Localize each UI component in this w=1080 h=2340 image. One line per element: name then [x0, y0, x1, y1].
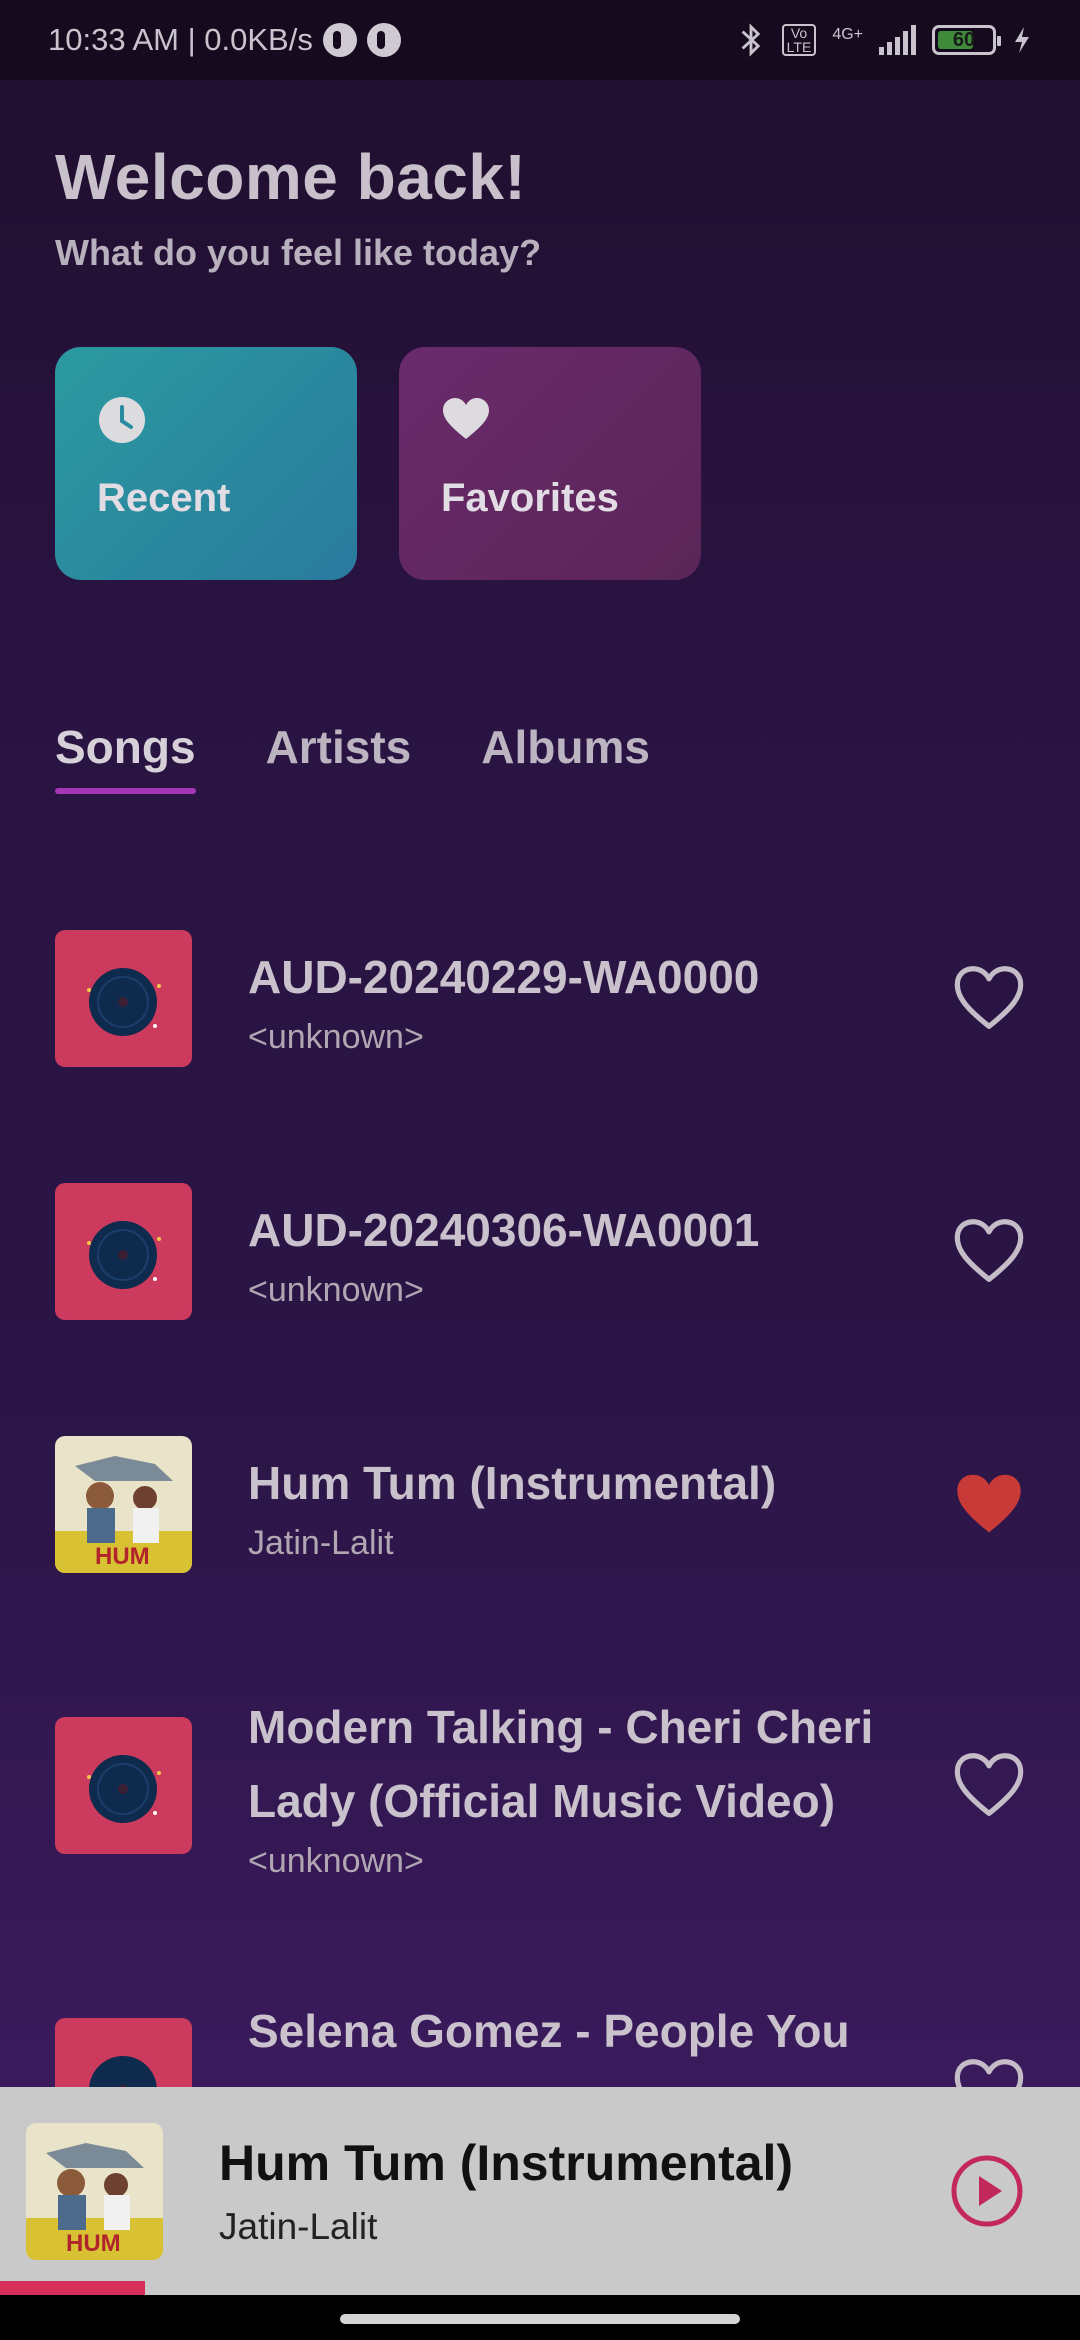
- signal-icon: [879, 25, 916, 55]
- favorites-tile[interactable]: Favorites: [399, 347, 701, 580]
- song-title: AUD-20240306-WA0001: [248, 1204, 760, 1256]
- page-subtitle: What do you feel like today?: [55, 232, 542, 273]
- song-text: AUD-20240306-WA0001 <unknown>: [248, 1193, 933, 1310]
- now-playing-title: Hum Tum (Instrumental): [219, 2135, 794, 2191]
- status-left: 10:33 AM | 0.0KB/s: [48, 22, 401, 58]
- greeting: Welcome back! What do you feel like toda…: [55, 140, 541, 274]
- song-text: AUD-20240229-WA0000 <unknown>: [248, 940, 933, 1057]
- movie-poster-art: HUM: [26, 2122, 163, 2260]
- album-art: HUM: [55, 1436, 192, 1573]
- recent-label: Recent: [97, 476, 231, 520]
- status-time: 10:33 AM | 0.0KB/s: [48, 22, 313, 57]
- battery-icon: 60: [932, 25, 1001, 55]
- tab-artists[interactable]: Artists: [266, 720, 412, 794]
- page-title: Welcome back!: [55, 141, 527, 213]
- disc-icon: [87, 1221, 161, 1289]
- song-title: Modern Talking - Cheri Cheri Lady (Offic…: [248, 1701, 874, 1827]
- song-row[interactable]: HUM Hum Tum (Instrumental) Jatin-Lalit: [55, 1436, 1025, 1573]
- playback-progress-bar[interactable]: [0, 2281, 145, 2295]
- status-bar: 10:33 AM | 0.0KB/s Vo LTE 4G+ 60: [0, 0, 1080, 80]
- battery-level: 60: [952, 28, 976, 51]
- svg-text:HUM: HUM: [66, 2230, 121, 2257]
- heart-outline-icon[interactable]: [953, 1750, 1025, 1822]
- song-artist: <unknown>: [248, 1018, 424, 1056]
- song-artist: Jatin-Lalit: [248, 1524, 394, 1562]
- play-button[interactable]: [950, 2154, 1024, 2228]
- now-playing-art: HUM: [26, 2122, 163, 2260]
- album-art: [55, 1717, 192, 1854]
- song-title: Hum Tum (Instrumental): [248, 1457, 777, 1509]
- notification-icon: [322, 23, 357, 57]
- svg-text:HUM: HUM: [95, 1543, 150, 1570]
- home-indicator[interactable]: [340, 2314, 740, 2324]
- disc-icon: [87, 1755, 161, 1823]
- heart-outline-icon[interactable]: [953, 963, 1025, 1035]
- heart-icon: [443, 398, 489, 439]
- song-title: AUD-20240229-WA0000: [248, 951, 760, 1003]
- tab-songs[interactable]: Songs: [55, 720, 196, 794]
- tab-bar: Songs Artists Albums: [55, 720, 650, 794]
- song-text: Hum Tum (Instrumental) Jatin-Lalit: [248, 1446, 933, 1563]
- album-art: [55, 930, 192, 1067]
- clock-icon: [99, 397, 145, 443]
- song-artist: <unknown>: [248, 1842, 424, 1880]
- notification-icon-2: [366, 23, 401, 57]
- album-art: [55, 1183, 192, 1320]
- heart-outline-icon[interactable]: [953, 1216, 1025, 1288]
- song-row[interactable]: Modern Talking - Cheri Cheri Lady (Offic…: [55, 1690, 1025, 1881]
- status-right: Vo LTE 4G+ 60: [736, 22, 1032, 58]
- bluetooth-icon: [741, 23, 760, 57]
- network-label: 4G+: [832, 26, 863, 43]
- now-playing-artist: Jatin-Lalit: [219, 2206, 378, 2247]
- recent-tile[interactable]: Recent: [55, 347, 357, 580]
- disc-icon: [87, 968, 161, 1036]
- charging-icon: [1015, 27, 1029, 53]
- favorites-label: Favorites: [441, 476, 619, 520]
- tab-albums[interactable]: Albums: [481, 720, 650, 794]
- song-artist: <unknown>: [248, 1271, 424, 1309]
- now-playing-text: Hum Tum (Instrumental) Jatin-Lalit: [219, 2134, 950, 2248]
- heart-filled-icon[interactable]: [953, 1469, 1025, 1541]
- song-row[interactable]: AUD-20240306-WA0001 <unknown>: [55, 1183, 1025, 1320]
- song-row[interactable]: AUD-20240229-WA0000 <unknown>: [55, 930, 1025, 1067]
- movie-poster-art: HUM: [55, 1436, 192, 1573]
- song-text: Modern Talking - Cheri Cheri Lady (Offic…: [248, 1690, 933, 1881]
- mini-player[interactable]: HUM Hum Tum (Instrumental) Jatin-Lalit: [0, 2087, 1080, 2295]
- volte-icon: Vo LTE: [781, 24, 817, 56]
